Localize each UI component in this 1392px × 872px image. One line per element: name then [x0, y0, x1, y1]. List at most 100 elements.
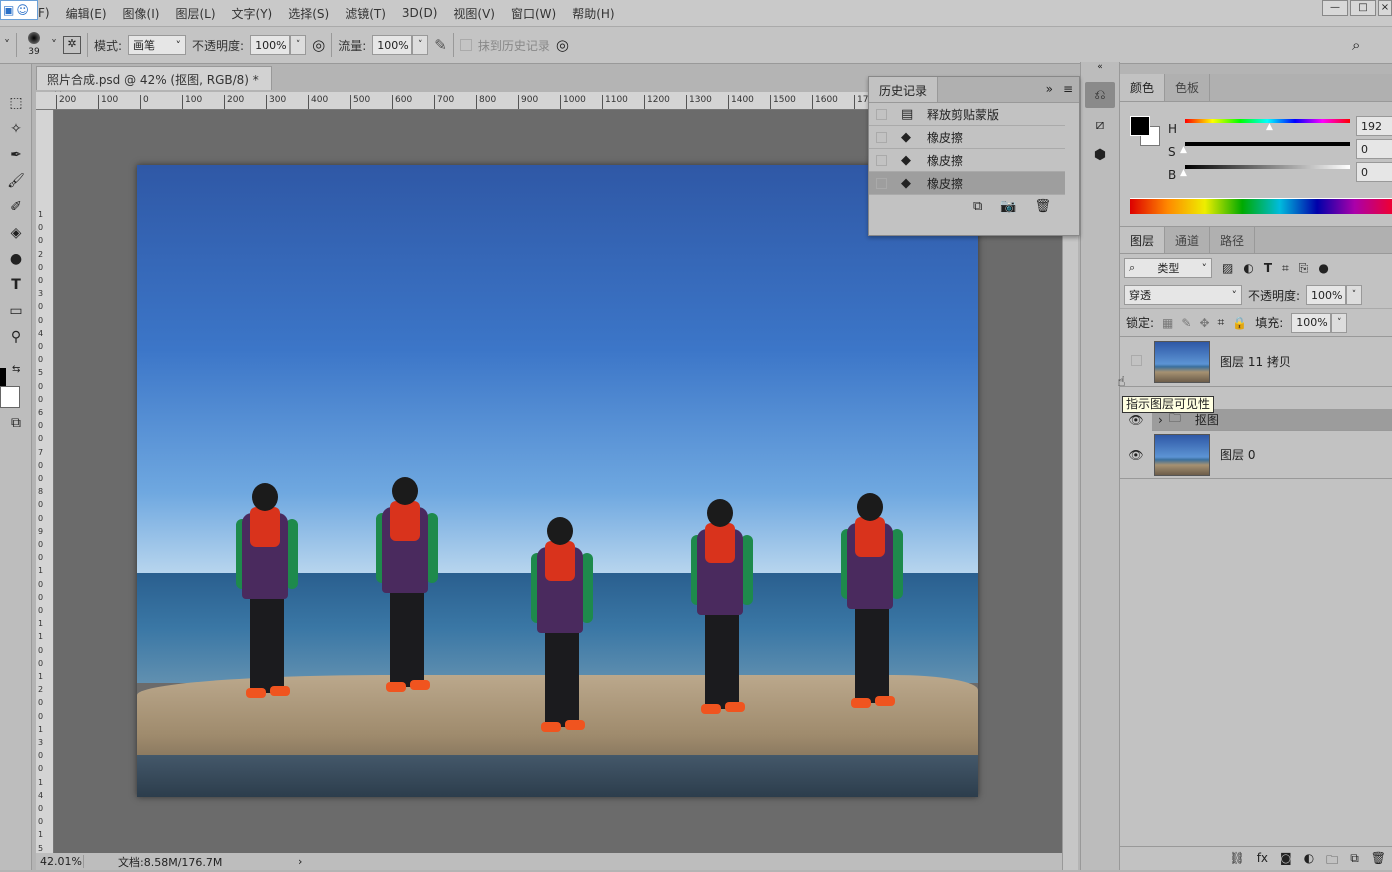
eye-icon[interactable]: 👁: [1120, 448, 1152, 462]
layer-opacity-input[interactable]: 100%: [1306, 285, 1347, 305]
menu-window[interactable]: 窗口(W): [503, 5, 564, 22]
hue-slider-handle[interactable]: ▲: [1266, 122, 1273, 132]
brightness-slider[interactable]: [1185, 165, 1350, 169]
filter-smart-object-icon[interactable]: ⎘: [1299, 261, 1309, 276]
history-panel-icon[interactable]: ⎌: [1085, 82, 1115, 108]
layer-row[interactable]: 图层 11 拷贝: [1120, 337, 1392, 387]
history-item[interactable]: ◆ 橡皮擦: [869, 172, 1065, 195]
brush-preset-picker[interactable]: 39: [23, 32, 45, 58]
menu-help[interactable]: 帮助(H): [564, 5, 622, 22]
tab-swatches[interactable]: 色板: [1165, 74, 1211, 101]
menu-select[interactable]: 选择(S): [280, 5, 337, 22]
layer-row[interactable]: 👁 图层 0: [1120, 431, 1392, 479]
tab-layers[interactable]: 图层: [1120, 227, 1166, 253]
filter-toggle[interactable]: ●: [1318, 261, 1328, 275]
close-window-button[interactable]: ×: [1378, 0, 1392, 16]
dodge-tool-icon[interactable]: ●: [0, 246, 32, 272]
menu-layer[interactable]: 图层(L): [167, 5, 223, 22]
link-layers-icon[interactable]: ⛓: [1229, 851, 1244, 866]
visibility-toggle[interactable]: [1130, 354, 1142, 366]
brightness-slider-handle[interactable]: ▲: [1180, 168, 1187, 178]
layer-style-icon[interactable]: fx: [1257, 851, 1268, 866]
canvas-image[interactable]: [137, 165, 978, 797]
blend-mode-select[interactable]: 穿透 ˅: [1124, 285, 1242, 305]
filter-shape-icon[interactable]: ⌗: [1282, 261, 1289, 276]
add-mask-icon[interactable]: ◙: [1280, 851, 1292, 866]
lock-transparent-icon[interactable]: ▦: [1162, 316, 1173, 330]
tool-preset-dropdown[interactable]: ˅: [4, 38, 10, 52]
b-input[interactable]: 0: [1356, 162, 1392, 182]
menu-edit[interactable]: 编辑(E): [58, 5, 115, 22]
opacity-input[interactable]: 100%: [250, 35, 291, 55]
fill-dropdown[interactable]: ˅: [1331, 312, 1348, 333]
marquee-tool-icon[interactable]: ⬚: [0, 90, 32, 116]
layer-filter-select[interactable]: ⌕ 类型 ˅: [1124, 258, 1212, 278]
lock-position-icon[interactable]: ✥: [1199, 316, 1209, 330]
color-ramp[interactable]: [1130, 198, 1392, 214]
background-color-swatch[interactable]: [0, 386, 20, 408]
type-tool-icon[interactable]: T: [0, 272, 32, 298]
tab-paths[interactable]: 路径: [1210, 227, 1256, 253]
history-item[interactable]: ▤ 释放剪贴蒙版: [869, 103, 1065, 126]
new-layer-icon[interactable]: ⧉: [1350, 851, 1359, 866]
minimize-button[interactable]: —: [1322, 0, 1348, 16]
menu-view[interactable]: 视图(V): [445, 5, 503, 22]
lock-artboard-icon[interactable]: ⌗: [1218, 315, 1225, 330]
new-document-from-state-icon[interactable]: ⧉: [973, 199, 982, 219]
snapshot-source-checkbox[interactable]: [876, 131, 887, 143]
flow-input[interactable]: 100%: [372, 35, 413, 55]
menu-type[interactable]: 文字(Y): [224, 5, 281, 22]
erase-history-checkbox[interactable]: [459, 39, 472, 51]
filter-adjustment-icon[interactable]: ◐: [1243, 261, 1253, 275]
trash-icon[interactable]: 🗑: [1034, 199, 1051, 219]
layer-opacity-dropdown[interactable]: ˅: [1346, 285, 1363, 305]
opacity-dropdown[interactable]: ˅: [290, 35, 307, 55]
menu-3d[interactable]: 3D(D): [394, 6, 445, 20]
properties-panel-icon[interactable]: ⧄: [1085, 112, 1115, 138]
h-input[interactable]: 192: [1356, 116, 1392, 136]
snapshot-source-checkbox[interactable]: [876, 177, 887, 189]
tab-channels[interactable]: 通道: [1165, 227, 1211, 253]
lock-all-icon[interactable]: 🔒: [1232, 316, 1247, 330]
eyedropper-tool-icon[interactable]: ✒: [0, 142, 32, 168]
s-input[interactable]: 0: [1356, 139, 1392, 159]
brush-panel-icon[interactable]: ✲: [63, 36, 81, 54]
expand-icon[interactable]: »: [1042, 77, 1057, 102]
search-icon[interactable]: ⌕: [1352, 36, 1360, 54]
brush-dropdown-icon[interactable]: ˅: [51, 38, 57, 52]
tab-color[interactable]: 颜色: [1120, 74, 1166, 101]
tab-history[interactable]: 历史记录: [869, 77, 939, 102]
camera-icon[interactable]: 📷: [1000, 199, 1016, 219]
rectangle-tool-icon[interactable]: ▭: [0, 298, 32, 324]
saturation-slider-handle[interactable]: ▲: [1180, 145, 1187, 155]
3d-panel-icon[interactable]: ⬢: [1085, 142, 1115, 168]
fill-input[interactable]: 100%: [1291, 312, 1332, 333]
lock-paint-icon[interactable]: ✎: [1181, 316, 1191, 330]
swap-colors-icon[interactable]: ⇆: [12, 364, 20, 375]
panel-menu-icon[interactable]: ≡: [1057, 77, 1079, 102]
chevron-right-icon[interactable]: ›: [1158, 413, 1163, 427]
status-menu-arrow[interactable]: ›: [298, 855, 302, 868]
history-item[interactable]: ◆ 橡皮擦: [869, 149, 1065, 172]
history-item[interactable]: ◆ 橡皮擦: [869, 126, 1065, 149]
zoom-level[interactable]: 42.01%: [36, 855, 84, 868]
saturation-slider[interactable]: [1185, 142, 1350, 146]
new-group-icon[interactable]: 🗀: [1326, 851, 1338, 867]
pressure-size-icon[interactable]: ◎: [556, 36, 569, 54]
collapse-icon[interactable]: «: [1081, 62, 1119, 74]
snapshot-source-checkbox[interactable]: [876, 108, 887, 120]
foreground-color-swatch[interactable]: [0, 368, 6, 388]
mode-select[interactable]: 画笔 ˅: [128, 35, 187, 55]
foreground-color[interactable]: [1130, 116, 1150, 136]
delete-layer-icon[interactable]: 🗑: [1371, 851, 1386, 866]
airbrush-icon[interactable]: ✎: [434, 36, 447, 54]
screen-mode-icon[interactable]: ⧉: [0, 410, 32, 436]
document-tab[interactable]: 照片合成.psd @ 42% (抠图, RGB/8) * ×: [36, 66, 272, 102]
pressure-opacity-icon[interactable]: ◎: [312, 36, 325, 54]
zoom-tool-icon[interactable]: ⚲: [0, 324, 32, 350]
adjustment-layer-icon[interactable]: ◐: [1304, 851, 1314, 866]
filter-pixel-icon[interactable]: ▨: [1222, 261, 1233, 275]
menu-filter[interactable]: 滤镜(T): [337, 5, 394, 22]
brush-tool-icon[interactable]: 🖌: [0, 168, 32, 194]
snapshot-source-checkbox[interactable]: [876, 154, 887, 166]
